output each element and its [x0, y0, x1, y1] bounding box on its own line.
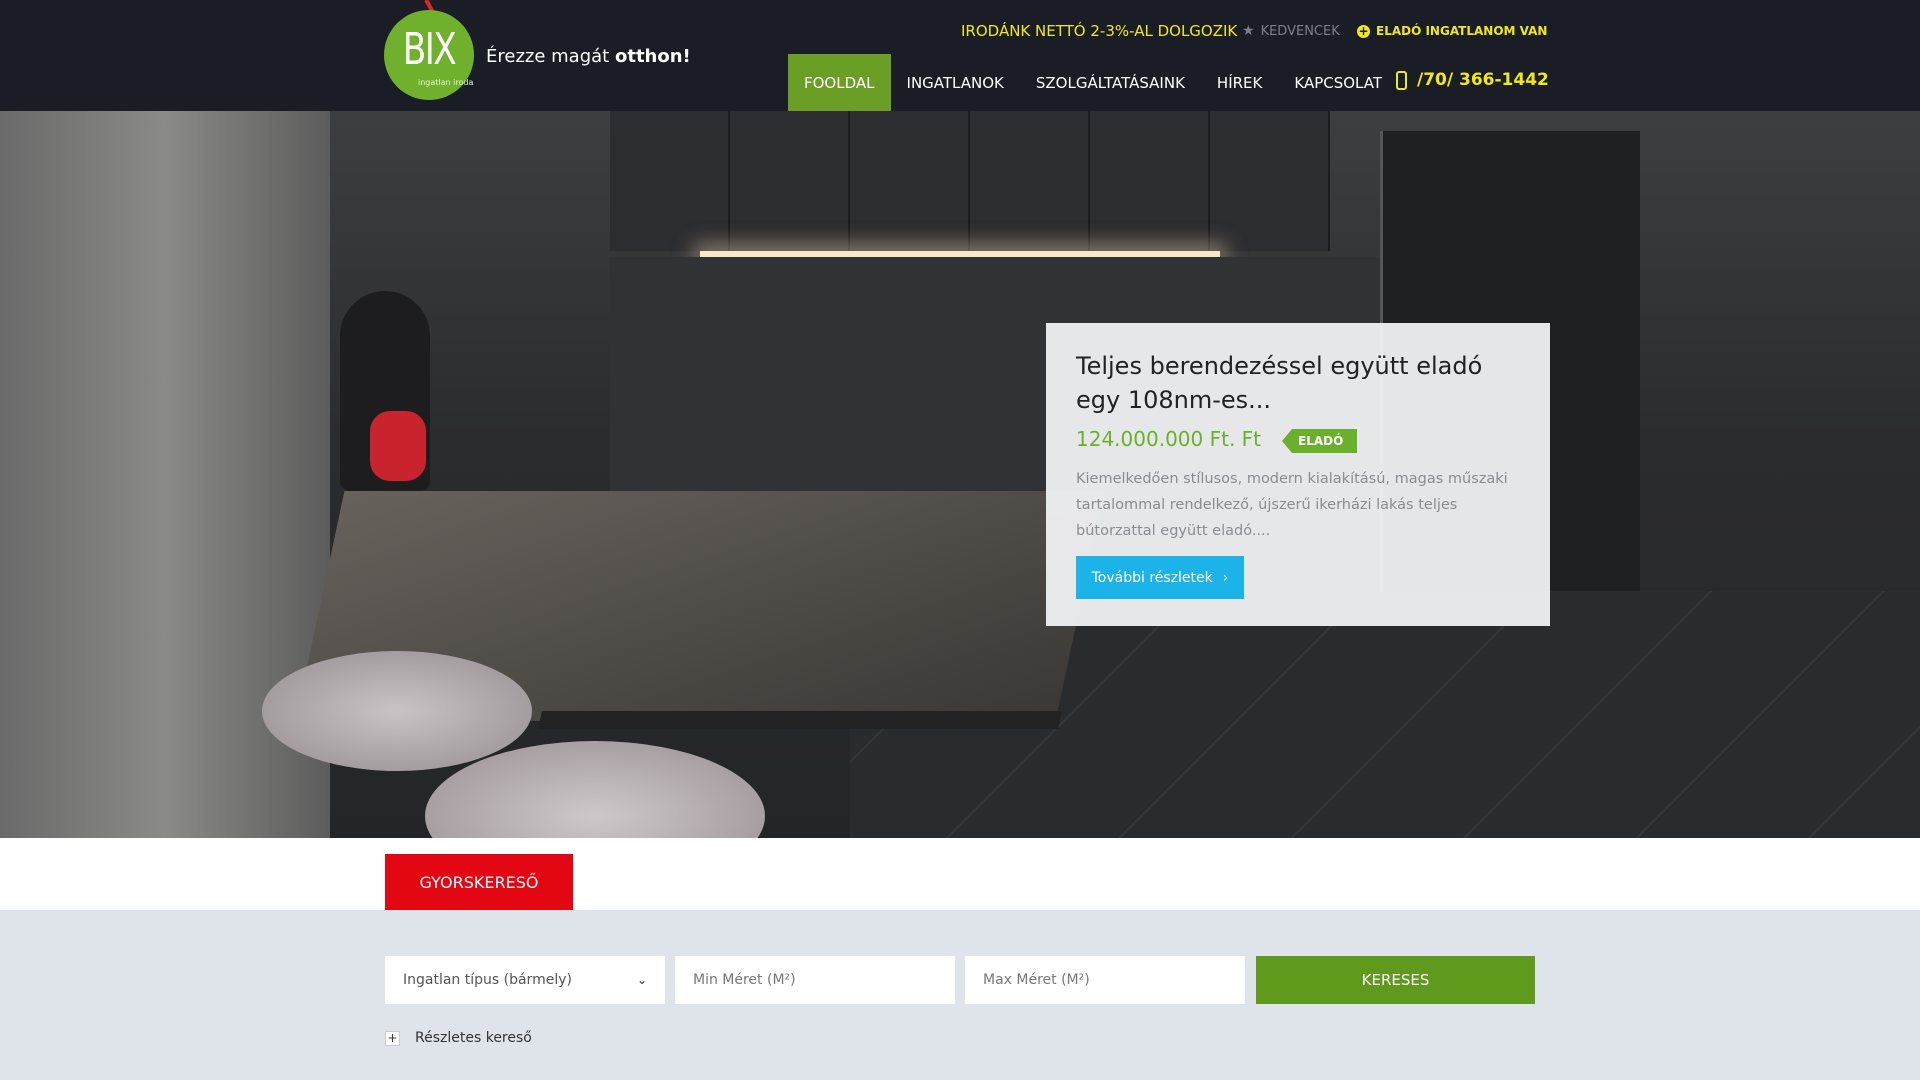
max-size-input[interactable]: Max Méret (M²) [965, 956, 1245, 1004]
sell-property-link[interactable]: + ELADÓ INGATLANOM VAN [1357, 20, 1547, 42]
min-size-input[interactable]: Min Méret (M²) [675, 956, 955, 1004]
search-button[interactable]: KERESES [1256, 956, 1535, 1004]
quick-search-panel [0, 910, 1920, 1080]
status-badge: ELADÓ [1282, 429, 1358, 453]
nav-item-contact[interactable]: KAPCSOLAT [1278, 54, 1398, 111]
logo-subtext: ingatlan iroda [418, 78, 474, 87]
chevron-right-icon: › [1222, 569, 1229, 586]
plus-icon: + [385, 1030, 400, 1046]
hero-figurine-shorts [370, 411, 426, 481]
detailed-search-toggle[interactable]: + Részletes kereső [385, 1030, 532, 1046]
nav-item-home[interactable]: FOOLDAL [788, 54, 891, 111]
tagline-bold: otthon! [614, 46, 691, 67]
favorites-label: KEDVENCEK [1260, 23, 1340, 39]
listing-description: Kiemelkedően stílusos, modern kialakítás… [1076, 471, 1508, 539]
property-type-value: Ingatlan típus (bármely) [403, 972, 572, 988]
phone-number: /70/ 366-1442 [1417, 70, 1549, 90]
tab-quick-search[interactable]: GYORSKERESŐ [385, 854, 573, 910]
hero-counter-edge [538, 711, 1062, 729]
nav-item-services[interactable]: SZOLGÁLTATÁSAINK [1020, 54, 1201, 111]
site-header: BIX ingatlan iroda Érezze magát otthon! … [0, 0, 1920, 111]
sell-label: ELADÓ INGATLANOM VAN [1376, 24, 1548, 38]
details-button[interactable]: További részletek › [1076, 556, 1244, 599]
detailed-search-label: Részletes kereső [415, 1030, 532, 1046]
hero-stool [262, 651, 532, 771]
nav-item-properties[interactable]: INGATLANOK [891, 54, 1020, 111]
favorites-link[interactable]: ★ KEDVENCEK [1242, 20, 1340, 42]
logo-text: BIX [402, 24, 457, 75]
featured-listing-card: Teljes berendezéssel együtt eladó egy 10… [1046, 323, 1550, 626]
chevron-down-icon: ⌄ [636, 973, 647, 987]
tagline: Érezze magát otthon! [486, 46, 691, 67]
listing-price: 124.000.000 Ft. Ft [1076, 427, 1261, 451]
tagline-prefix: Érezze magát [486, 46, 610, 67]
hero-cabinet-seams [610, 111, 1330, 251]
property-type-select[interactable]: Ingatlan típus (bármely) ⌄ [385, 956, 665, 1004]
promo-text: IRODÁNK NETTÓ 2-3%-AL DOLGOZIK [961, 22, 1238, 40]
quick-search-tabbar [0, 838, 1920, 910]
phone-link[interactable]: /70/ 366-1442 [1396, 70, 1549, 90]
phone-icon [1396, 70, 1407, 90]
plus-circle-icon: + [1357, 23, 1370, 38]
hero-image [0, 111, 1920, 838]
main-nav: FOOLDAL INGATLANOK SZOLGÁLTATÁSAINK HÍRE… [788, 54, 1398, 111]
nav-item-news[interactable]: HÍREK [1201, 54, 1278, 111]
logo[interactable]: BIX ingatlan iroda [384, 10, 474, 100]
details-button-label: További részletek [1091, 569, 1213, 586]
listing-title[interactable]: Teljes berendezéssel együtt eladó egy 10… [1076, 349, 1526, 417]
star-icon: ★ [1242, 23, 1255, 39]
